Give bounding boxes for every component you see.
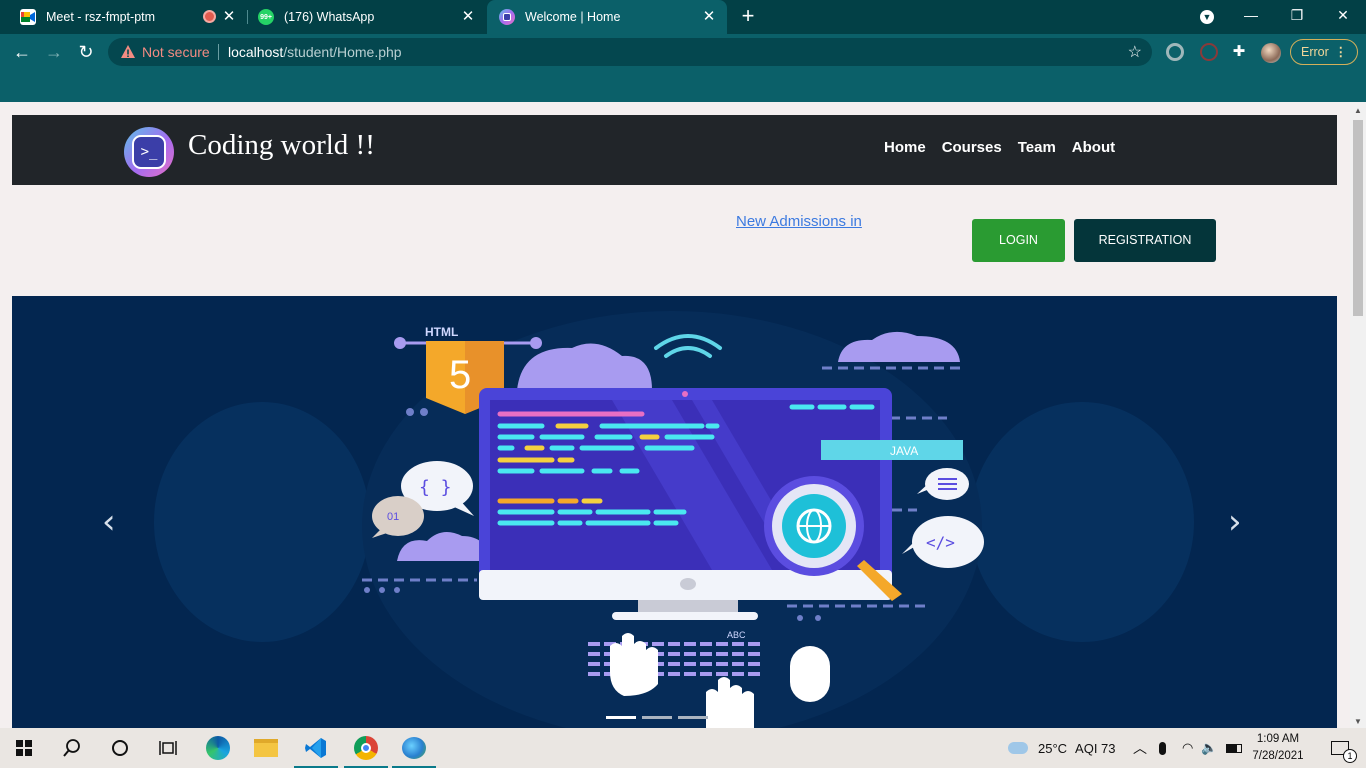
scrollbar-thumb[interactable] xyxy=(1353,120,1363,316)
carousel-prev-icon[interactable]: ‹ xyxy=(102,502,116,542)
address-bar[interactable]: Not secure localhost/student/Home.php ☆ xyxy=(108,38,1152,66)
carousel-next-icon[interactable]: › xyxy=(1228,502,1242,542)
web-page: >_ Coding world !! Home Courses Team Abo… xyxy=(0,102,1350,728)
binary-label: 01 xyxy=(387,511,399,523)
html-label: HTML xyxy=(425,325,458,339)
security-status[interactable]: Not secure xyxy=(142,44,210,60)
tab-welcome-home[interactable]: Welcome | Home ✕ xyxy=(487,0,727,34)
tag-label: </> xyxy=(926,533,955,552)
show-hidden-icons-icon[interactable]: ︿ xyxy=(1133,738,1147,758)
forward-icon[interactable]: → xyxy=(42,42,66,62)
nav-links: Home Courses Team About xyxy=(884,139,1115,156)
weather-cloud-icon xyxy=(1008,742,1028,754)
scroll-down-icon[interactable]: ▼ xyxy=(1354,717,1362,726)
back-icon[interactable]: ← xyxy=(10,42,34,62)
browser-tab-strip: Meet - rsz-fmpt-ptm ✕ 99+ (176) WhatsApp… xyxy=(0,0,1366,34)
battery-icon[interactable] xyxy=(1225,743,1242,753)
extensions-puzzle-icon[interactable]: ✚ xyxy=(1230,43,1248,61)
notification-count: 1 xyxy=(1343,749,1357,763)
windows-taskbar: 25°C AQI 73 ︿ ◠ 🔈 1:09 AM 7/28/2021 1 xyxy=(0,728,1366,768)
site-logo[interactable]: >_ xyxy=(124,127,174,177)
clock-time: 1:09 AM xyxy=(1256,733,1300,745)
admissions-marquee: New Admissions in xyxy=(736,213,864,235)
restore-icon[interactable]: ❐ xyxy=(1274,0,1320,30)
clock-date: 7/28/2021 xyxy=(1252,750,1304,762)
tab-title: (176) WhatsApp xyxy=(284,10,375,24)
braces-label: { } xyxy=(419,477,452,498)
cortana-icon[interactable] xyxy=(96,728,144,768)
weather-widget[interactable]: 25°C AQI 73 xyxy=(1008,728,1116,768)
warning-icon xyxy=(121,45,135,58)
java-label: JAVA xyxy=(890,444,918,458)
google-meet-icon xyxy=(20,9,36,25)
reload-icon[interactable]: ↻ xyxy=(74,42,98,62)
nav-link-team[interactable]: Team xyxy=(1018,139,1056,156)
tab-meet[interactable]: Meet - rsz-fmpt-ptm ✕ xyxy=(0,0,247,34)
error-button[interactable]: Error ⋮ xyxy=(1290,39,1358,65)
kebab-menu-icon: ⋮ xyxy=(1334,45,1348,59)
new-tab-button[interactable]: + xyxy=(737,5,759,27)
bookmark-star-icon[interactable]: ☆ xyxy=(1128,42,1142,62)
page-scrollbar[interactable]: ▲ ▼ xyxy=(1350,102,1366,728)
hero-carousel: HTML 5 JAVA {} 01 </> ABC ‹ › xyxy=(12,296,1337,728)
search-icon[interactable] xyxy=(48,728,96,768)
profile-avatar[interactable] xyxy=(1261,43,1281,63)
site-navbar: >_ Coding world !! Home Courses Team Abo… xyxy=(12,115,1337,185)
url-text[interactable]: localhost/student/Home.php xyxy=(228,44,402,60)
edge-icon[interactable] xyxy=(194,728,242,768)
chrome-icon[interactable] xyxy=(342,728,390,768)
nav-link-home[interactable]: Home xyxy=(884,139,926,156)
recording-indicator-icon xyxy=(203,10,216,23)
tab-search-icon[interactable]: ▼ xyxy=(1184,0,1230,30)
html5-number: 5 xyxy=(449,353,471,397)
file-explorer-icon[interactable] xyxy=(242,728,290,768)
tab-whatsapp[interactable]: 99+ (176) WhatsApp ✕ xyxy=(248,0,486,34)
minimize-icon[interactable]: — xyxy=(1228,0,1274,30)
scroll-up-icon[interactable]: ▲ xyxy=(1354,106,1362,115)
aqi-label: AQI 73 xyxy=(1075,740,1116,756)
app-globe-icon[interactable] xyxy=(390,728,438,768)
admissions-link[interactable]: New Admissions in xyxy=(736,213,862,230)
registration-button[interactable]: REGISTRATION xyxy=(1074,219,1216,262)
carousel-indicators xyxy=(606,716,708,719)
site-brand[interactable]: Coding world !! xyxy=(188,129,375,162)
system-tray: ︿ ◠ 🔈 xyxy=(1133,728,1242,768)
nav-link-courses[interactable]: Courses xyxy=(942,139,1002,156)
extension-icon[interactable] xyxy=(1200,43,1218,61)
nav-link-about[interactable]: About xyxy=(1072,139,1115,156)
close-tab-icon[interactable]: ✕ xyxy=(221,9,237,25)
carousel-indicator[interactable] xyxy=(606,716,636,719)
microphone-icon[interactable] xyxy=(1159,741,1166,755)
extension-icon[interactable] xyxy=(1166,43,1184,61)
windows-start-icon[interactable] xyxy=(0,728,48,768)
carousel-indicator[interactable] xyxy=(642,716,672,719)
carousel-indicator[interactable] xyxy=(678,716,708,719)
keyboard-label: ABC xyxy=(727,630,746,640)
login-button[interactable]: LOGIN xyxy=(972,219,1065,262)
close-tab-icon[interactable]: ✕ xyxy=(460,9,476,25)
volume-icon[interactable]: 🔈 xyxy=(1201,740,1217,756)
vscode-icon[interactable] xyxy=(292,728,340,768)
weather-temp: 25°C xyxy=(1038,740,1068,756)
coding-illustration: HTML 5 JAVA {} 01 </> ABC xyxy=(154,311,1194,728)
notifications-icon[interactable]: 1 xyxy=(1316,728,1364,768)
browser-toolbar: ← → ↻ Not secure localhost/student/Home.… xyxy=(0,34,1366,102)
terminal-icon: >_ xyxy=(132,135,166,169)
task-view-icon[interactable] xyxy=(144,728,192,768)
whatsapp-icon: 99+ xyxy=(258,9,274,25)
tab-title: Meet - rsz-fmpt-ptm xyxy=(46,10,156,24)
wifi-icon[interactable]: ◠ xyxy=(1182,740,1193,756)
taskbar-clock[interactable]: 1:09 AM 7/28/2021 xyxy=(1250,731,1306,765)
tab-title: Welcome | Home xyxy=(525,10,621,24)
close-window-icon[interactable]: ✕ xyxy=(1320,0,1366,30)
site-favicon-icon xyxy=(499,9,515,25)
close-tab-icon[interactable]: ✕ xyxy=(701,9,717,25)
